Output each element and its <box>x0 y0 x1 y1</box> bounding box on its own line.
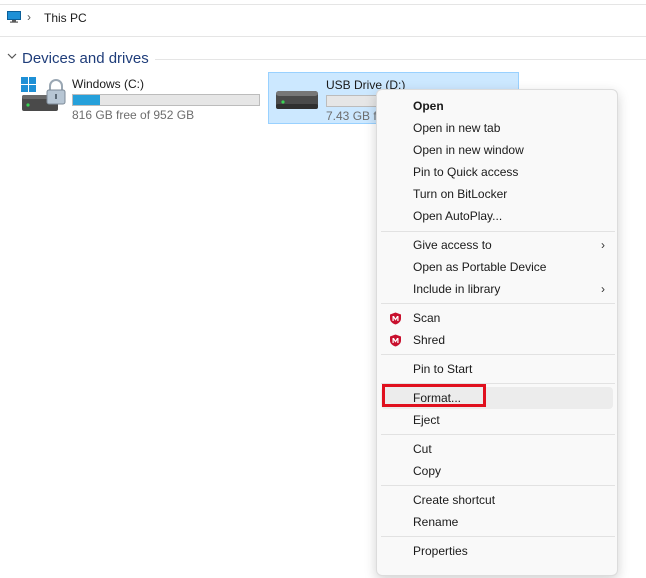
menu-item-pin-to-start[interactable]: Pin to Start <box>381 358 613 380</box>
menu-item-label: Cut <box>413 442 432 456</box>
menu-item-rename[interactable]: Rename <box>381 511 613 533</box>
this-pc-monitor-icon <box>7 11 21 23</box>
menu-item-label: Scan <box>413 311 441 325</box>
menu-item-label: Open in new tab <box>413 121 501 135</box>
menu-item-label: Properties <box>413 544 468 558</box>
menu-item-turn-on-bitlocker[interactable]: Turn on BitLocker <box>381 183 613 205</box>
context-menu: Open Open in new tab Open in new window … <box>376 89 618 576</box>
menu-separator <box>381 485 615 486</box>
breadcrumb-this-pc[interactable]: This PC <box>44 11 87 25</box>
toolbar-divider <box>0 0 646 5</box>
menu-item-label: Pin to Quick access <box>413 165 519 179</box>
menu-item-label: Open in new window <box>413 143 524 157</box>
menu-item-shred[interactable]: Shred <box>381 329 613 351</box>
chevron-right-icon: › <box>601 282 605 296</box>
menu-item-open-new-window[interactable]: Open in new window <box>381 139 613 161</box>
drive-free-space: 816 GB free of 952 GB <box>72 108 195 122</box>
menu-item-scan[interactable]: Scan <box>381 307 613 329</box>
mcafee-shield-icon <box>390 334 401 347</box>
address-bar[interactable]: › This PC <box>0 0 646 37</box>
menu-item-label: Create shortcut <box>413 493 496 507</box>
menu-item-label: Eject <box>413 413 440 427</box>
menu-item-open-new-tab[interactable]: Open in new tab <box>381 117 613 139</box>
menu-separator <box>381 434 615 435</box>
menu-item-label: Turn on BitLocker <box>413 187 508 201</box>
menu-item-cut[interactable]: Cut <box>381 438 613 460</box>
usb-drive-icon <box>276 91 318 109</box>
breadcrumb-chevron[interactable]: › <box>27 10 31 24</box>
windows-bitlocker-drive-icon <box>21 77 66 111</box>
menu-item-label: Include in library <box>413 282 501 296</box>
menu-item-pin-quick-access[interactable]: Pin to Quick access <box>381 161 613 183</box>
menu-item-label: Shred <box>413 333 446 347</box>
section-title-devices[interactable]: Devices and drives <box>22 50 149 67</box>
menu-item-open-portable-device[interactable]: Open as Portable Device <box>381 256 613 278</box>
drive-usage-fill <box>73 95 100 105</box>
menu-item-label: Copy <box>413 464 442 478</box>
chevron-down-icon[interactable] <box>7 51 17 61</box>
menu-item-label: Open as Portable Device <box>413 260 547 274</box>
format-highlight-box <box>382 384 486 407</box>
menu-item-label: Open AutoPlay... <box>413 209 503 223</box>
menu-item-label: Rename <box>413 515 459 529</box>
menu-item-properties[interactable]: Properties <box>381 540 613 562</box>
menu-item-copy[interactable]: Copy <box>381 460 613 482</box>
chevron-right-icon: › <box>601 238 605 252</box>
menu-item-label: Give access to <box>413 238 492 252</box>
menu-item-eject[interactable]: Eject <box>381 409 613 431</box>
menu-separator <box>381 231 615 232</box>
drive-item-c[interactable]: Windows (C:) 816 GB free of 952 GB <box>18 72 264 124</box>
drive-usage-bar <box>72 94 260 106</box>
menu-item-create-shortcut[interactable]: Create shortcut <box>381 489 613 511</box>
drive-name: Windows (C:) <box>72 77 145 91</box>
menu-item-include-in-library[interactable]: Include in library › <box>381 278 613 300</box>
menu-item-label: Open <box>413 99 444 113</box>
section-divider <box>155 59 646 60</box>
menu-separator <box>381 303 615 304</box>
menu-separator <box>381 536 615 537</box>
menu-item-open[interactable]: Open <box>381 95 613 117</box>
menu-item-open-autoplay[interactable]: Open AutoPlay... <box>381 205 613 227</box>
mcafee-shield-icon <box>390 312 401 325</box>
menu-item-label: Pin to Start <box>413 362 473 376</box>
menu-item-give-access[interactable]: Give access to › <box>381 234 613 256</box>
menu-separator <box>381 354 615 355</box>
